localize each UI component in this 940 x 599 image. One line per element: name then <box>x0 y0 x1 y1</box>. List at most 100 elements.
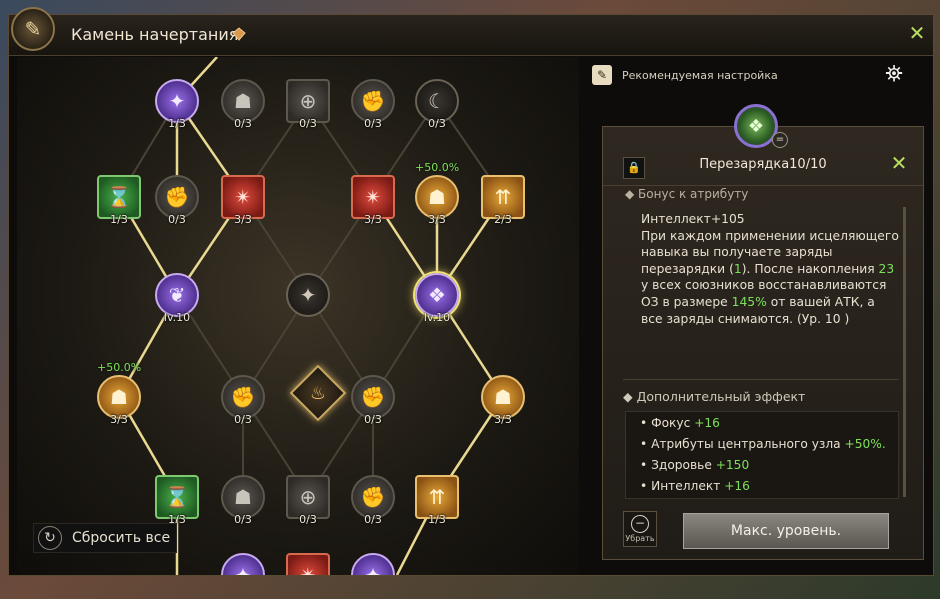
node-level-label: 3/3 <box>428 213 446 226</box>
arm-icon: ✊ <box>360 89 386 113</box>
node-level-label: 2/3 <box>494 213 512 226</box>
section-divider <box>623 379 899 380</box>
compass-icon: ✦ <box>299 283 317 307</box>
stat-line: Интеллект+105 <box>641 212 745 226</box>
extra-effect-item: • Фокус +16 <box>640 416 720 430</box>
extra-value: +150 <box>715 458 750 472</box>
extra-name: Атрибуты центрального узла <box>651 437 845 451</box>
minus-icon: − <box>631 515 649 533</box>
crosshair-icon: ⊕ <box>299 485 317 509</box>
node-detail-panel: 🔒 Перезарядка10/10 ✕ ◆ Бонус к атрибуту … <box>602 126 924 560</box>
panel-title: Перезарядка10/10 <box>699 157 827 172</box>
body-icon: ☗ <box>494 385 512 409</box>
node-level-label: lv.10 <box>163 311 191 324</box>
arrows-up-icon: ⇈ <box>428 485 446 509</box>
recommended-icon: ✎ <box>592 65 612 85</box>
close-panel-icon[interactable]: ✕ <box>887 151 911 175</box>
node-level-label: 1/3 <box>168 117 186 130</box>
reset-all-button[interactable]: ↻ Сбросить все <box>33 523 177 553</box>
node-level-label: 0/3 <box>234 513 252 526</box>
wing-icon: ❦ <box>168 283 186 307</box>
node-level-label: 0/3 <box>364 413 382 426</box>
skill-tree: ♨ ✦ 1/3 ☗ 0/3 ⊕ 0/3 ✊ 0/3 ☾ 0/3 ⌛ 1/3 ✊ 0/3 ✴ 3/3 ✴ 3/3 ☗ 3… <box>17 57 579 575</box>
body-icon: ☗ <box>234 485 252 509</box>
node-level-label: 0/3 <box>364 117 382 130</box>
shield-burst-icon: ✴ <box>364 185 382 209</box>
arrows-up-icon: ⇈ <box>494 185 512 209</box>
shield-burst-icon: ✴ <box>299 563 317 575</box>
tree-node[interactable]: ✦ <box>286 273 330 317</box>
extra-name: Здоровье <box>651 458 716 472</box>
node-level-label: lv.10 <box>423 311 451 324</box>
equipped-badge-icon: = <box>772 132 788 148</box>
extra-name: Фокус <box>651 416 695 430</box>
node-level-label: 0/3 <box>428 117 446 130</box>
desc-value: 1 <box>733 261 742 276</box>
crosshair-icon: ⊕ <box>299 89 317 113</box>
node-level-label: 0/3 <box>168 213 186 226</box>
extra-effect-list: • Фокус +16 • Атрибуты центрального узла… <box>625 411 899 499</box>
hourglass-icon: ⌛ <box>106 185 132 209</box>
compass-icon: ✦ <box>234 563 252 575</box>
remove-button[interactable]: − Убрать <box>623 511 657 547</box>
close-window-icon[interactable]: ✕ <box>905 21 929 45</box>
node-level-label: 0/3 <box>234 117 252 130</box>
tree-node[interactable]: ✦ <box>221 553 265 575</box>
arm-icon: ✊ <box>164 185 190 209</box>
core-flame-icon: ♨ <box>309 382 327 404</box>
desc-value: 23 <box>878 261 895 276</box>
extra-effect-item: • Интеллект +16 <box>640 479 750 493</box>
node-bonus-label: +50.0% <box>415 161 460 174</box>
extra-effect-label: Дополнительный эффект <box>636 389 806 404</box>
attribute-bonus-header: ◆ Бонус к атрибуту <box>625 187 749 201</box>
desc-value: 145% <box>731 294 767 309</box>
node-level-label: 0/3 <box>299 117 317 130</box>
effect-text: При каждом применении исцеляющего навыка… <box>641 228 899 328</box>
compass-icon: ✦ <box>364 563 382 575</box>
tree-node[interactable]: ✴ <box>286 553 330 575</box>
extra-effect-item: • Здоровье +150 <box>640 458 750 472</box>
desc-part: ). После накопления <box>741 261 879 276</box>
arm-icon: ✊ <box>230 385 256 409</box>
node-level-label: 0/3 <box>234 413 252 426</box>
info-gem-icon[interactable] <box>232 27 246 41</box>
node-description: Интеллект+105 При каждом применении исце… <box>641 211 899 327</box>
attribute-bonus-label: Бонус к атрибуту <box>638 187 749 201</box>
extra-value: +16 <box>694 416 720 430</box>
reset-icon: ↻ <box>38 526 62 550</box>
extra-value: +50%. <box>844 437 886 451</box>
tree-node[interactable]: ✦ <box>351 553 395 575</box>
hourglass-icon: ⌛ <box>164 485 190 509</box>
node-bonus-label: +50.0% <box>97 361 142 374</box>
heal-crystal-icon: ❖ <box>428 283 446 307</box>
moon-icon: ☾ <box>428 89 446 113</box>
remove-label: Убрать <box>625 534 655 543</box>
node-level-label: 3/3 <box>234 213 252 226</box>
node-level-label: 3/3 <box>110 413 128 426</box>
node-level-label: 3/3 <box>494 413 512 426</box>
body-icon: ☗ <box>428 185 446 209</box>
extra-effect-item: • Атрибуты центрального узла +50%. <box>640 437 886 451</box>
recommended-label: Рекомендуемая настройка <box>622 68 778 82</box>
extra-name: Интеллект <box>651 479 725 493</box>
arm-icon: ✊ <box>360 385 386 409</box>
arm-icon: ✊ <box>360 485 386 509</box>
extra-effect-header: ◆ Дополнительный эффект <box>623 389 806 404</box>
max-level-button[interactable]: Макс. уровень. <box>683 513 889 549</box>
node-level-label: 1/3 <box>428 513 446 526</box>
body-icon: ☗ <box>234 89 252 113</box>
node-level-label: 0/3 <box>364 513 382 526</box>
inscription-emblem-icon: ✎ <box>11 7 55 51</box>
recommended-setting[interactable]: ✎ Рекомендуемая настройка <box>592 62 778 88</box>
compass-icon: ✦ <box>168 89 186 113</box>
reset-all-label: Сбросить все <box>72 530 171 546</box>
node-level-label: 1/3 <box>110 213 128 226</box>
node-level-label: 3/3 <box>364 213 382 226</box>
panel-header: 🔒 Перезарядка10/10 ✕ <box>603 149 923 186</box>
shield-burst-icon: ✴ <box>234 185 252 209</box>
extra-value: +16 <box>724 479 750 493</box>
body-icon: ☗ <box>110 385 128 409</box>
panel-scrollbar[interactable] <box>903 207 906 497</box>
window-title: Камень начертания <box>71 25 239 44</box>
preset-share-icon[interactable]: ⛯ <box>878 60 910 90</box>
